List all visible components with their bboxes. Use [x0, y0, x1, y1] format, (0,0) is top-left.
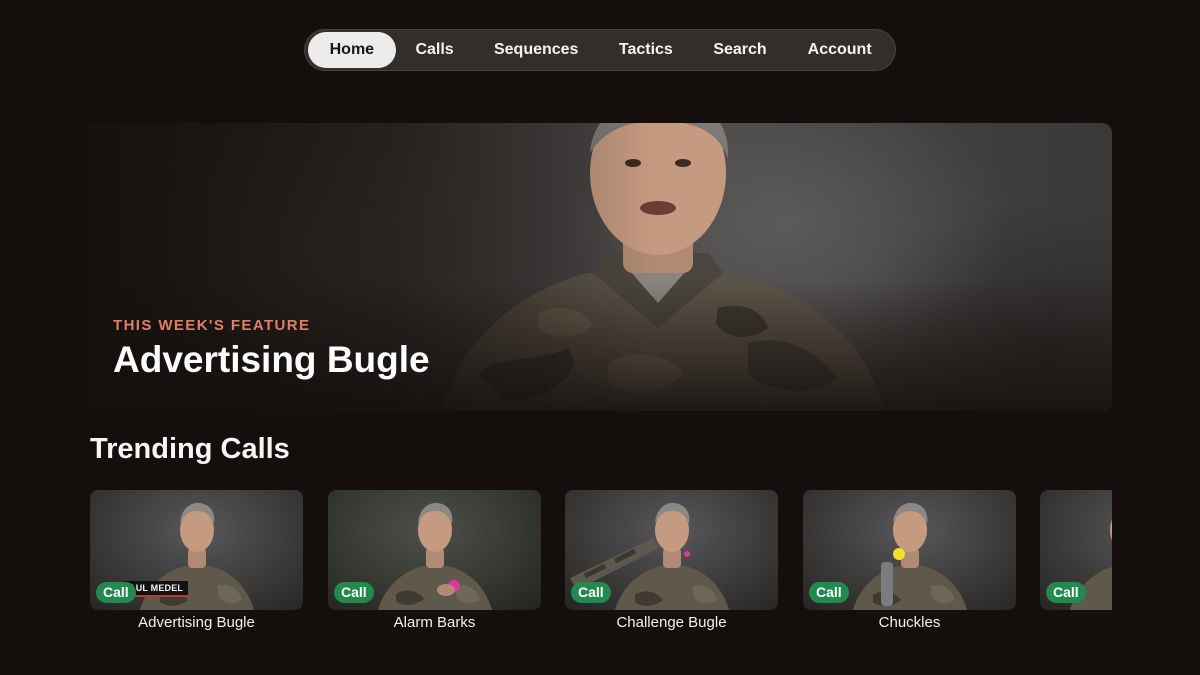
call-thumbnail: Call: [565, 490, 778, 610]
call-thumbnail: Call: [803, 490, 1016, 610]
call-type-badge: Call: [809, 582, 849, 603]
nav-tab-search[interactable]: Search: [693, 32, 788, 68]
app-screen: Home Calls Sequences Tactics Search Acco…: [0, 0, 1200, 675]
section-title-trending: Trending Calls: [90, 433, 290, 465]
call-card-label: Chuckles: [878, 614, 941, 631]
nav-tab-sequences[interactable]: Sequences: [473, 32, 599, 68]
call-type-badge: Call: [96, 582, 136, 603]
call-thumbnail: Call: [328, 490, 541, 610]
hero-eyebrow: THIS WEEK'S FEATURE: [113, 317, 311, 334]
call-type-badge: Call: [334, 582, 374, 603]
nav-tab-tactics[interactable]: Tactics: [599, 32, 693, 68]
call-card-challenge-bugle[interactable]: Call Challenge Bugle: [565, 490, 778, 640]
call-card-partial[interactable]: Call Co: [1040, 490, 1112, 640]
call-card-chuckles[interactable]: Call Chuckles: [803, 490, 1016, 640]
call-card-label: Co: [1040, 614, 1112, 631]
nav-tab-account[interactable]: Account: [787, 32, 892, 68]
call-thumbnail: Call: [1040, 490, 1112, 610]
call-type-badge: Call: [1046, 582, 1086, 603]
call-card-label: Alarm Barks: [393, 614, 476, 631]
hero-title: Advertising Bugle: [113, 339, 430, 380]
top-nav: Home Calls Sequences Tactics Search Acco…: [304, 29, 896, 71]
nav-tab-calls[interactable]: Calls: [396, 32, 474, 68]
trending-calls-rail: AUL MEDEL Call Advertising Bugle Call Al…: [90, 490, 1112, 640]
call-thumbnail: AUL MEDEL Call: [90, 490, 303, 610]
nav-tab-home[interactable]: Home: [308, 32, 396, 68]
call-card-label: Challenge Bugle: [616, 614, 727, 631]
call-card-label: Advertising Bugle: [138, 614, 255, 631]
featured-hero[interactable]: THIS WEEK'S FEATURE Advertising Bugle: [88, 123, 1112, 411]
call-card-alarm-barks[interactable]: Call Alarm Barks: [328, 490, 541, 640]
call-type-badge: Call: [571, 582, 611, 603]
call-card-advertising-bugle[interactable]: AUL MEDEL Call Advertising Bugle: [90, 490, 303, 640]
